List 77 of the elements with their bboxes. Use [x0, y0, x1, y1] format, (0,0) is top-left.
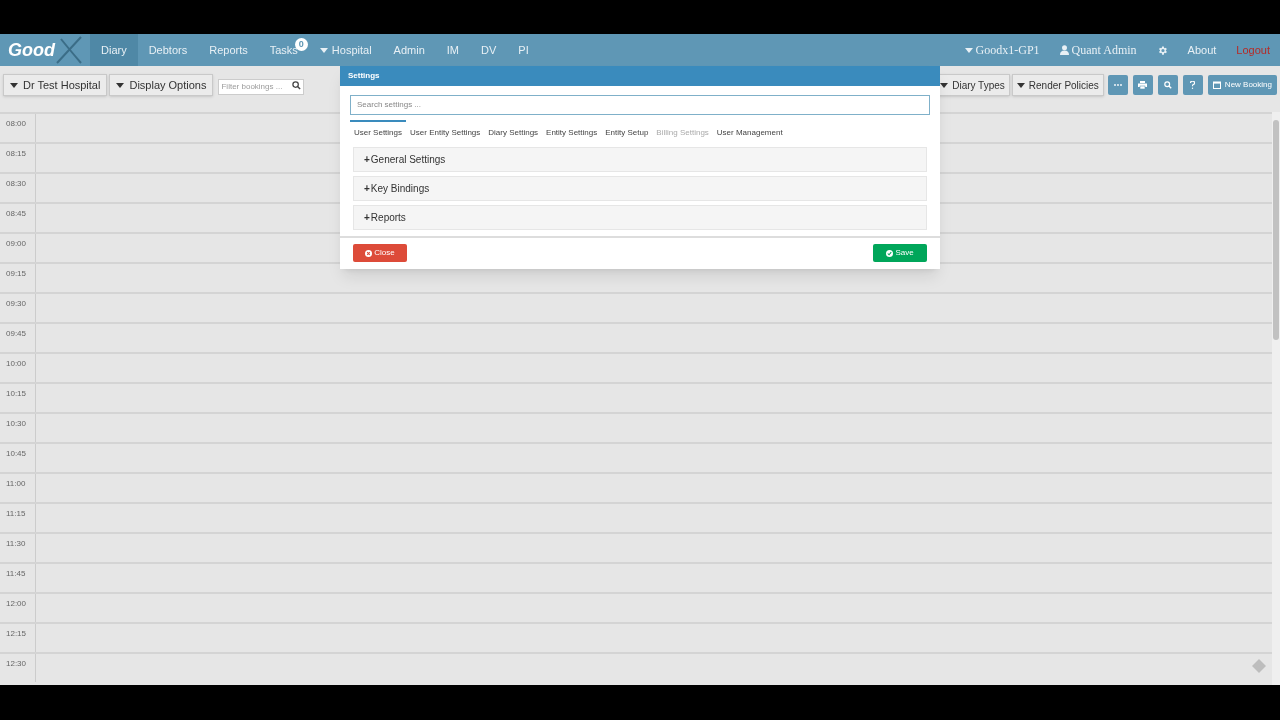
time-label: 10:00: [0, 354, 36, 382]
time-label: 10:45: [0, 444, 36, 472]
time-label: 09:30: [0, 294, 36, 322]
expand-marker: +: [364, 181, 370, 196]
caret-icon: [319, 47, 328, 53]
account-dropdown[interactable]: Goodx1-GP1: [954, 41, 1050, 59]
nav-link[interactable]: DV: [470, 34, 508, 66]
section-title: Reports: [370, 210, 406, 225]
accordion-header[interactable]: +Key Bindings: [353, 175, 927, 201]
dialog-title: Settings: [348, 70, 380, 82]
expand-marker: +: [364, 152, 370, 167]
user-link[interactable]: Quant Admin: [1049, 41, 1147, 59]
help-button[interactable]: [1182, 75, 1203, 95]
time-label: 08:45: [0, 204, 36, 232]
time-label: 11:30: [0, 534, 36, 562]
time-label: 11:15: [0, 504, 36, 532]
settings-tab[interactable]: User Management: [712, 119, 787, 143]
accordion-header[interactable]: +General Settings: [353, 146, 927, 172]
settings-tab[interactable]: Entity Setup: [601, 119, 653, 143]
time-label: 12:00: [0, 594, 36, 622]
print-button[interactable]: [1132, 75, 1153, 95]
search-field[interactable]: Search settings ...: [350, 94, 930, 115]
caret-icon: [940, 82, 949, 88]
caret-icon: [116, 82, 125, 88]
time-label: 12:15: [0, 624, 36, 652]
tag-icon: [1252, 659, 1266, 673]
logo: Good: [8, 38, 55, 62]
logo-mark-icon: [55, 35, 83, 65]
settings-tab[interactable]: User Entity Settings: [406, 119, 485, 143]
time-label: 10:30: [0, 414, 36, 442]
time-label: 11:45: [0, 564, 36, 592]
time-label: 12:30: [0, 654, 36, 682]
nav-link[interactable]: Hospital: [308, 34, 383, 66]
time-label: 11:00: [0, 474, 36, 502]
settings-tab[interactable]: Entity Settings: [542, 119, 602, 143]
time-label: 10:15: [0, 384, 36, 412]
about-link[interactable]: About: [1177, 41, 1227, 59]
nav-link[interactable]: Diary: [90, 34, 138, 66]
accordion-header[interactable]: +Reports: [353, 204, 927, 230]
settings-tab[interactable]: Diary Settings: [484, 119, 543, 143]
nav-link[interactable]: Reports: [198, 34, 259, 66]
nav-link[interactable]: Admin: [382, 34, 436, 66]
nav-link[interactable]: Debtors: [137, 34, 199, 66]
search-icon: [1163, 81, 1172, 89]
time-label: 08:30: [0, 174, 36, 202]
close-icon: [365, 249, 373, 257]
calendar-icon: [1212, 81, 1221, 89]
check-icon: [886, 249, 894, 257]
dropdown-button[interactable]: Display Options: [109, 74, 214, 96]
time-label: 08:15: [0, 144, 36, 172]
section-title: General Settings: [370, 152, 446, 167]
logout-link[interactable]: Logout: [1226, 41, 1280, 59]
nav-link[interactable]: IM: [435, 34, 471, 66]
filter-field[interactable]: Filter bookings ...: [218, 78, 305, 95]
search-icon: [292, 80, 302, 90]
print-icon: [1138, 81, 1148, 89]
help-icon: [1190, 81, 1196, 89]
user-icon: [1059, 45, 1069, 55]
time-label: 09:15: [0, 264, 36, 292]
time-label: 09:45: [0, 324, 36, 352]
section-title: Key Bindings: [370, 181, 430, 196]
caret-icon: [1016, 82, 1025, 88]
more-button[interactable]: [1107, 75, 1128, 95]
time-label: 09:00: [0, 234, 36, 262]
close-button[interactable]: Close: [353, 244, 407, 262]
caret-icon: [964, 47, 973, 53]
dropdown-button[interactable]: Dr Test Hospital: [3, 74, 108, 96]
expand-marker: +: [364, 210, 370, 225]
dropdown-button[interactable]: Render Policies: [1011, 74, 1104, 96]
nav-link[interactable]: PI: [507, 34, 540, 66]
save-button[interactable]: Save: [873, 244, 927, 262]
settings-tab[interactable]: User Settings: [350, 119, 407, 143]
new-booking-button[interactable]: New Booking: [1207, 75, 1277, 95]
time-label: 08:00: [0, 114, 36, 142]
caret-icon: [10, 82, 18, 88]
settings-icon: [1156, 44, 1168, 56]
search-button[interactable]: [1157, 75, 1178, 95]
